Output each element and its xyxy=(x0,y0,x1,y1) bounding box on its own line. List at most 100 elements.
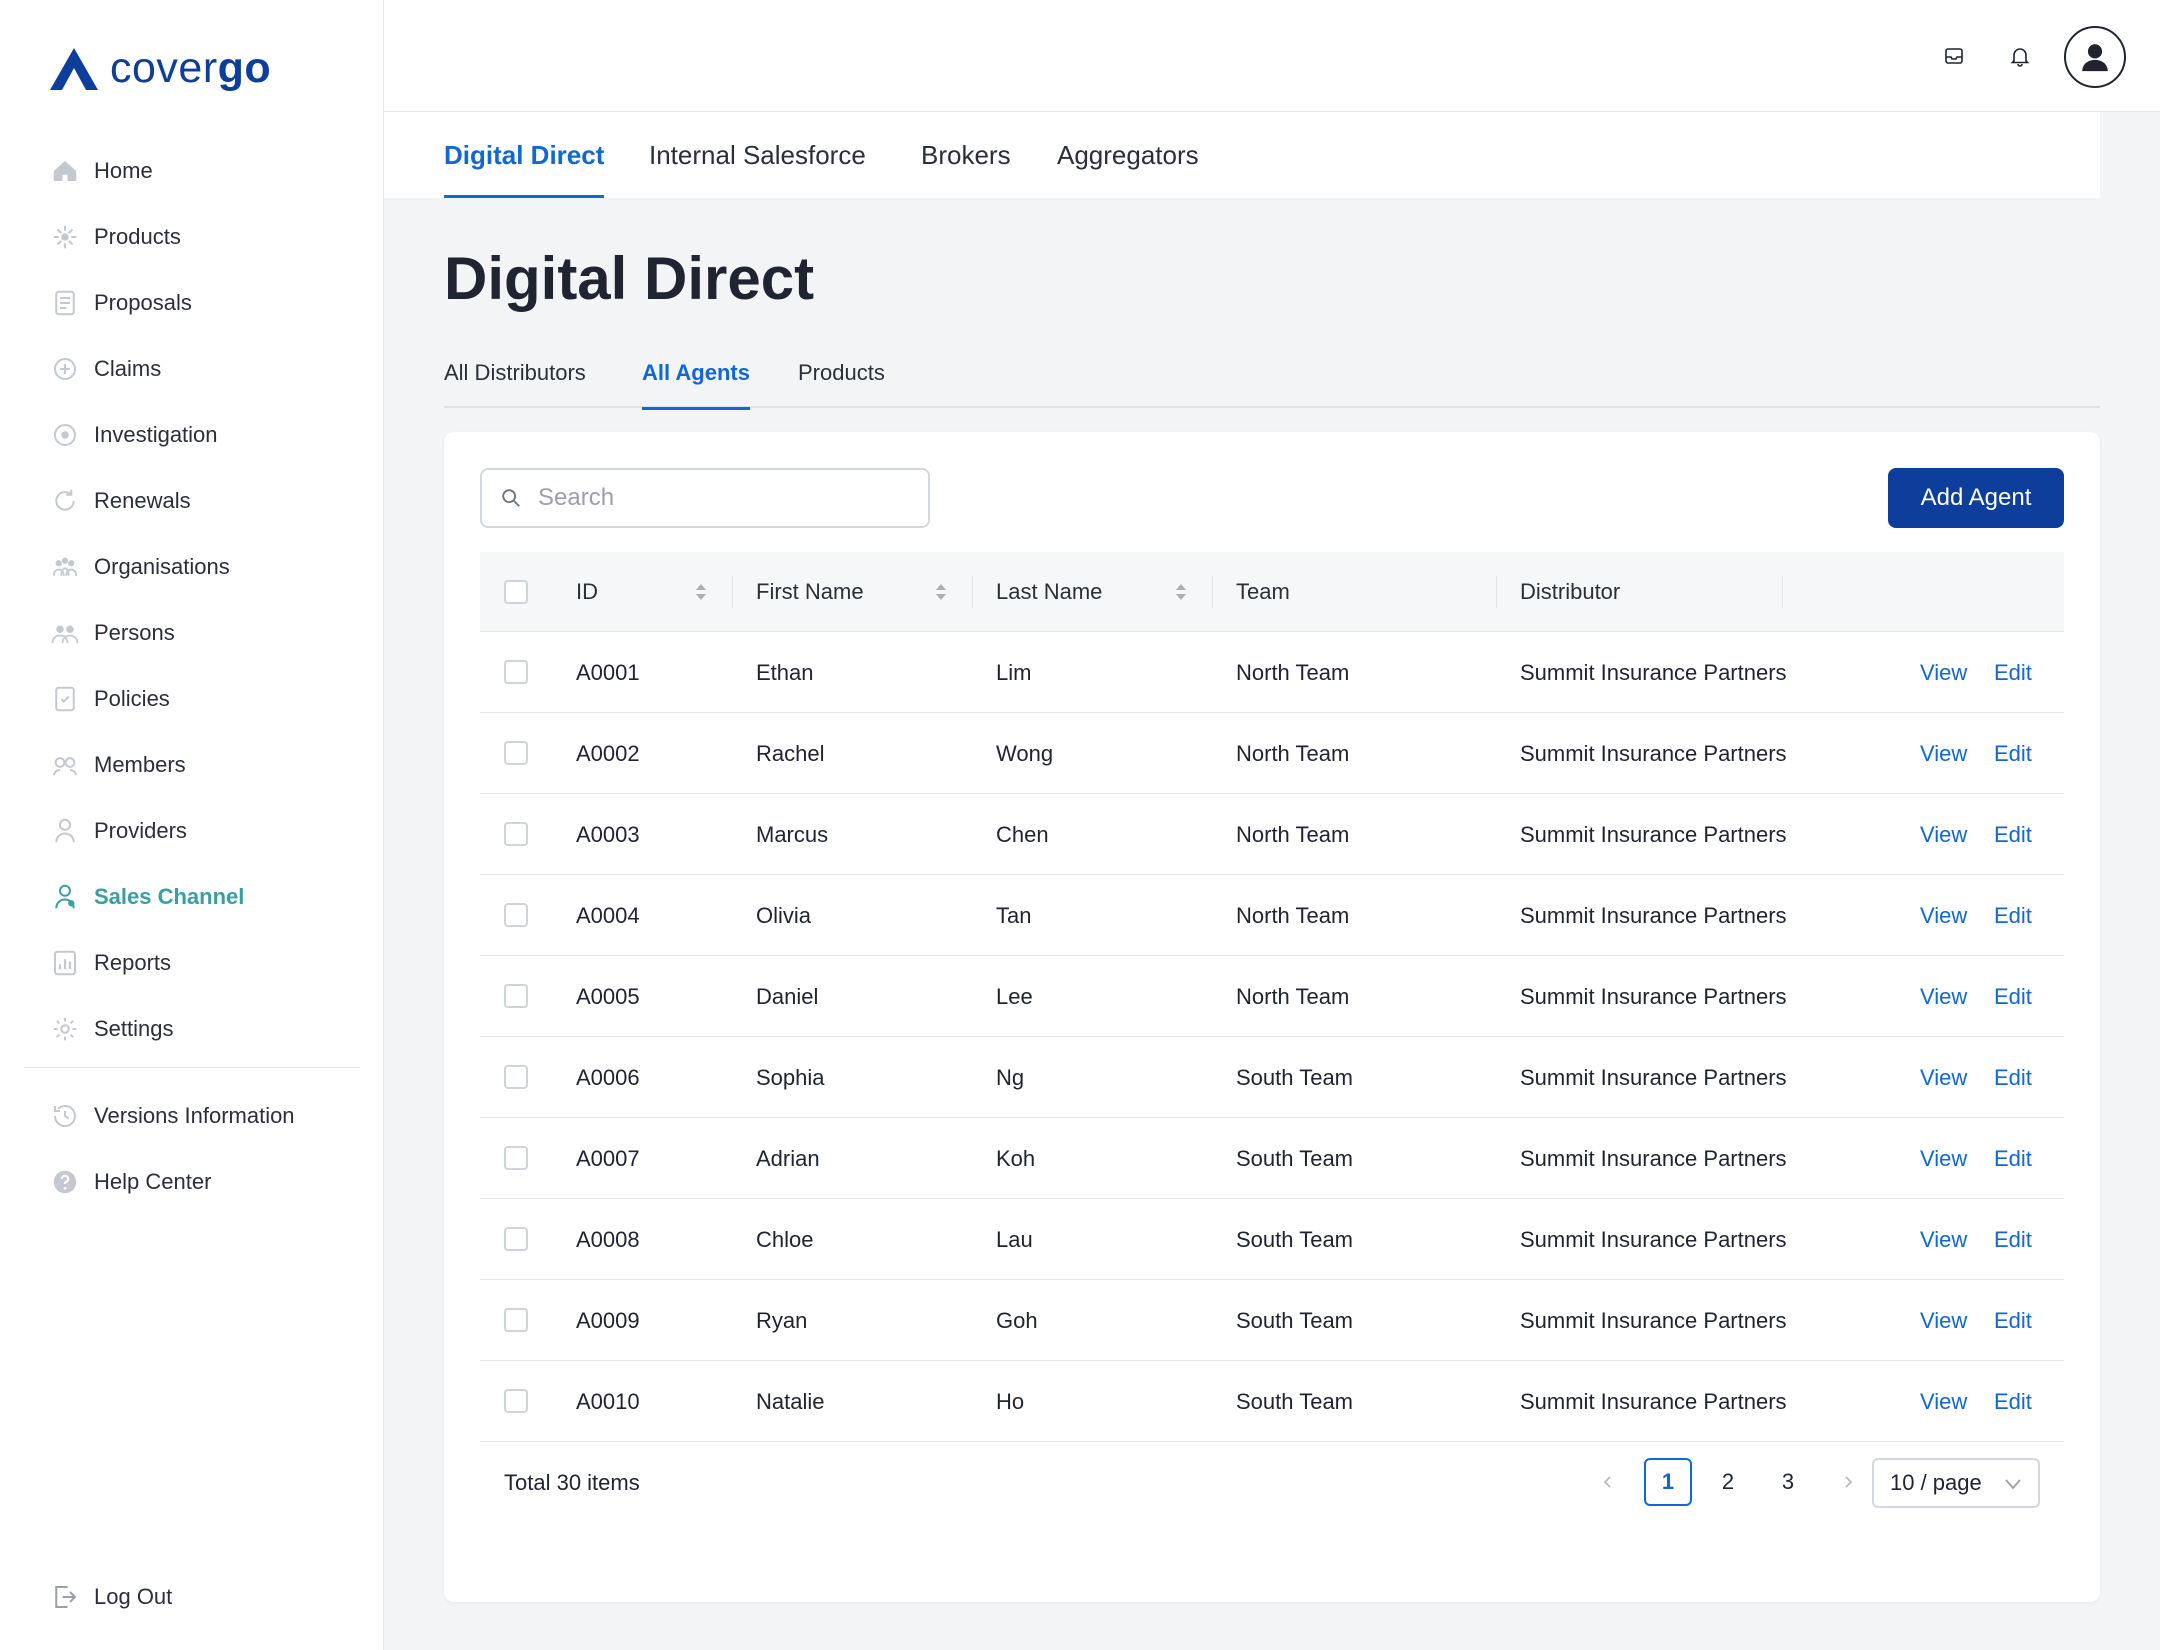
subtab-all-agents[interactable]: All Agents xyxy=(642,350,750,410)
sidebar-item-label: Sales Channel xyxy=(94,884,245,909)
sidebar-item-reports[interactable]: Reports xyxy=(48,930,368,996)
bell-icon[interactable] xyxy=(2006,42,2034,70)
tab-brokers[interactable]: Brokers xyxy=(921,112,1011,198)
cell-first-name: Olivia xyxy=(756,902,812,928)
edit-link[interactable]: Edit xyxy=(1994,1199,2032,1280)
tab-digital-direct[interactable]: Digital Direct xyxy=(444,112,605,198)
cell-distributor: Summit Insurance Partners xyxy=(1520,1226,1787,1252)
edit-link[interactable]: Edit xyxy=(1994,713,2032,794)
column-header-first-name[interactable]: First Name xyxy=(756,552,864,632)
sidebar: covergo Home Products Proposals Claims Inves… xyxy=(0,0,384,1650)
row-checkbox[interactable] xyxy=(504,984,528,1008)
tab-aggregators[interactable]: Aggregators xyxy=(1057,112,1199,198)
edit-link[interactable]: Edit xyxy=(1994,956,2032,1037)
row-checkbox[interactable] xyxy=(504,903,528,927)
page-size-value: 10 / page xyxy=(1890,1470,1982,1495)
view-link[interactable]: View xyxy=(1920,956,1967,1037)
row-checkbox[interactable] xyxy=(504,1389,528,1413)
sidebar-item-members[interactable]: Members xyxy=(48,732,368,798)
user-avatar[interactable] xyxy=(2064,26,2126,88)
user-icon xyxy=(2082,44,2108,72)
page-1-button[interactable]: 1 xyxy=(1644,1458,1692,1506)
row-checkbox[interactable] xyxy=(504,1308,528,1332)
sidebar-item-help-center[interactable]: Help Center xyxy=(48,1149,368,1215)
sidebar-item-renewals[interactable]: Renewals xyxy=(48,468,368,534)
column-header-id[interactable]: ID xyxy=(576,552,598,632)
sidebar-item-claims[interactable]: Claims xyxy=(48,336,368,402)
subtab-products[interactable]: Products xyxy=(798,350,885,408)
row-checkbox[interactable] xyxy=(504,822,528,846)
view-link[interactable]: View xyxy=(1920,1037,1967,1118)
cell-distributor: Summit Insurance Partners xyxy=(1520,1145,1787,1171)
cell-team: South Team xyxy=(1236,1388,1354,1414)
column-separator xyxy=(1212,576,1213,608)
cell-first-name: Sophia xyxy=(756,1064,825,1090)
sidebar-item-label: Home xyxy=(94,158,153,183)
cell-last-name: Lau xyxy=(996,1226,1033,1252)
pagination: Total 30 items 1 2 3 10 / page xyxy=(480,1458,2064,1508)
sidebar-item-policies[interactable]: Policies xyxy=(48,666,368,732)
row-checkbox[interactable] xyxy=(504,1065,528,1089)
edit-link[interactable]: Edit xyxy=(1994,794,2032,875)
history-icon xyxy=(48,1099,82,1133)
table-body: A0001 Ethan Lim North Team Summit Insurance … xyxy=(480,632,2064,1442)
next-page-button[interactable] xyxy=(1824,1458,1872,1506)
sidebar-item-versions-information[interactable]: Versions Information xyxy=(48,1083,368,1149)
logout-button[interactable]: Log Out xyxy=(48,1564,172,1630)
cell-first-name: Natalie xyxy=(756,1388,825,1414)
edit-link[interactable]: Edit xyxy=(1994,875,2032,956)
view-link[interactable]: View xyxy=(1920,794,1967,875)
sidebar-item-home[interactable]: Home xyxy=(48,138,368,204)
row-checkbox[interactable] xyxy=(504,1146,528,1170)
row-checkbox[interactable] xyxy=(504,660,528,684)
sidebar-item-providers[interactable]: Providers xyxy=(48,798,368,864)
tab-internal-salesforce[interactable]: Internal Salesforce xyxy=(649,112,866,198)
settings-icon xyxy=(48,1012,82,1046)
edit-link[interactable]: Edit xyxy=(1994,632,2032,713)
sidebar-item-persons[interactable]: Persons xyxy=(48,600,368,666)
search-input[interactable] xyxy=(538,484,898,512)
prev-page-button[interactable] xyxy=(1584,1458,1632,1506)
page-size-select[interactable]: 10 / page xyxy=(1872,1458,2040,1508)
edit-link[interactable]: Edit xyxy=(1994,1118,2032,1199)
subtab-all-distributors[interactable]: All Distributors xyxy=(444,350,586,408)
brand-logo[interactable]: covergo xyxy=(48,44,271,93)
inbox-icon[interactable] xyxy=(1940,42,1968,70)
view-link[interactable]: View xyxy=(1920,1361,1967,1442)
cell-distributor: Summit Insurance Partners xyxy=(1520,1388,1787,1414)
table-header: ID First Name Last Name Team Distributor xyxy=(480,552,2064,632)
row-checkbox[interactable] xyxy=(504,1227,528,1251)
sort-icon[interactable] xyxy=(1174,582,1188,602)
sidebar-item-label: Settings xyxy=(94,1016,174,1041)
page-2-button[interactable]: 2 xyxy=(1704,1458,1752,1506)
view-link[interactable]: View xyxy=(1920,1118,1967,1199)
view-link[interactable]: View xyxy=(1920,713,1967,794)
sidebar-item-organisations[interactable]: Organisations xyxy=(48,534,368,600)
sidebar-item-investigation[interactable]: Investigation xyxy=(48,402,368,468)
page-3-button[interactable]: 3 xyxy=(1764,1458,1812,1506)
search-box[interactable] xyxy=(480,468,930,528)
sidebar-item-sales-channel[interactable]: Sales Channel xyxy=(48,864,368,930)
row-checkbox[interactable] xyxy=(504,741,528,765)
add-agent-button[interactable]: Add Agent xyxy=(1888,468,2064,528)
select-all-checkbox[interactable] xyxy=(504,580,528,604)
edit-link[interactable]: Edit xyxy=(1994,1361,2032,1442)
sort-icon[interactable] xyxy=(694,582,708,602)
cell-id: A0002 xyxy=(576,740,640,766)
view-link[interactable]: View xyxy=(1920,875,1967,956)
view-link[interactable]: View xyxy=(1920,1280,1967,1361)
sort-icon[interactable] xyxy=(934,582,948,602)
edit-link[interactable]: Edit xyxy=(1994,1037,2032,1118)
view-link[interactable]: View xyxy=(1920,1199,1967,1280)
sidebar-item-proposals[interactable]: Proposals xyxy=(48,270,368,336)
sidebar-item-settings[interactable]: Settings xyxy=(48,996,368,1062)
view-link[interactable]: View xyxy=(1920,632,1967,713)
sidebar-item-products[interactable]: Products xyxy=(48,204,368,270)
cell-distributor: Summit Insurance Partners xyxy=(1520,821,1787,847)
cell-id: A0010 xyxy=(576,1388,640,1414)
cell-team: North Team xyxy=(1236,659,1350,685)
table-row: A0007 Adrian Koh South Team Summit Insurance… xyxy=(480,1118,2064,1199)
column-header-last-name[interactable]: Last Name xyxy=(996,552,1102,632)
cell-first-name: Daniel xyxy=(756,983,819,1009)
edit-link[interactable]: Edit xyxy=(1994,1280,2032,1361)
